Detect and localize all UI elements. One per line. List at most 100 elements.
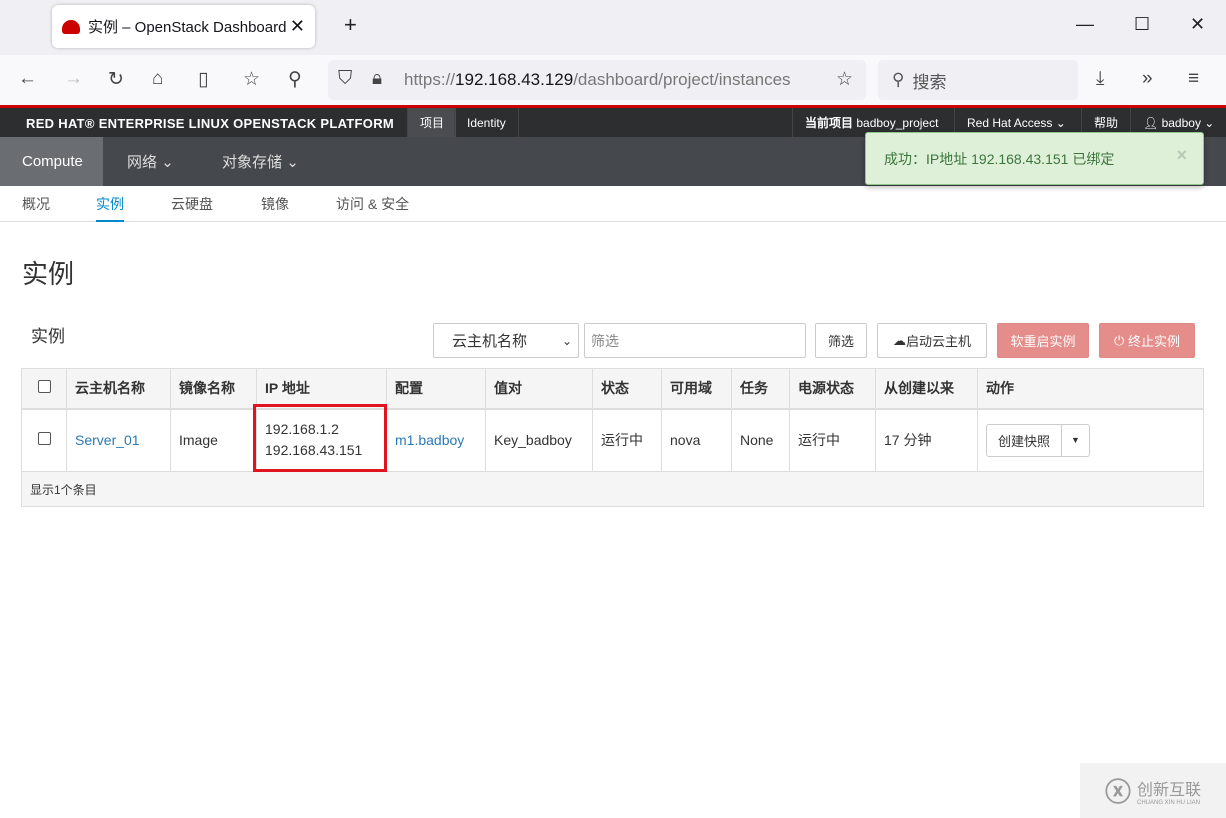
action-split-button: 创建快照 ▼ [986,423,1090,457]
tab-project[interactable]: 项目 [407,108,457,137]
col-zone[interactable]: 可用域 [661,368,732,410]
subnav-volumes[interactable]: 云硬盘 [171,194,213,214]
filter-input[interactable]: 筛选 [584,323,806,358]
col-age[interactable]: 从创建以来 [875,368,978,410]
cell-flavor: m1.badboy [386,408,486,472]
page-title: 实例 [22,259,75,289]
section-title: 实例 [31,327,65,346]
search-placeholder: 搜索 [912,72,947,92]
subnav-overview[interactable]: 概况 [22,194,50,214]
nav-object-store[interactable]: 对象存储 ⌄ [200,137,321,186]
menu-icon[interactable]: ≡ [1188,68,1199,90]
home-icon[interactable]: ⌂ [152,68,163,90]
nav-network[interactable]: 网络 ⌄ [105,137,196,186]
col-power[interactable]: 电源状态 [789,368,876,410]
pocket-icon[interactable]: ☆ [243,68,260,91]
cell-task: None [731,408,790,472]
chevron-down-icon: ⌄ [561,333,572,348]
nav-object-store-label: 对象存储 [222,154,283,171]
forward-icon[interactable]: → [64,68,83,90]
url-path: /dashboard/project/instances [573,70,791,89]
bookmark-star-icon[interactable]: ☆ [836,68,853,91]
filter-field-select[interactable]: 云主机名称 ⌄ [433,323,579,358]
highlight-box [253,404,387,472]
browser-tab[interactable]: 实例 – OpenStack Dashboard ✕ [52,5,315,48]
search-icon[interactable]: ⚲ [288,68,302,91]
launch-instance-button[interactable]: ☁︎ 启动云主机 [877,323,987,358]
current-project: badboy_project [856,115,939,130]
nav-network-label: 网络 [127,154,158,171]
power-icon: ⏻ [1114,332,1128,348]
secondary-nav: 概况 实例 云硬盘 镜像 访问 & 安全 [0,186,1226,222]
terminate-button[interactable]: ⏻ 终止实例 [1099,323,1195,358]
watermark-logo-icon: ⓧ [1104,777,1131,807]
url-host: 192.168.43.129 [455,70,574,89]
filter-button[interactable]: 筛选 [815,323,867,358]
col-flavor[interactable]: 配置 [386,368,486,410]
reload-icon[interactable]: ↻ [108,68,124,91]
close-icon[interactable]: × [1176,145,1187,166]
success-alert: 成功：IP地址 192.168.43.151 已绑定 × [865,132,1204,185]
reader-icon[interactable]: ▯ [198,68,208,91]
create-snapshot-button[interactable]: 创建快照 [987,431,1061,450]
watermark: ⓧ 创新互联 CHUANG XIN HU LIAN [1080,763,1226,818]
row-checkbox[interactable] [37,432,51,446]
user-icon: 👤︎ [1143,115,1159,130]
item-count: 显示1个条目 [21,471,1204,507]
back-icon[interactable]: ← [18,68,37,90]
select-all-checkbox[interactable] [37,380,51,394]
alert-text: 成功：IP地址 192.168.43.151 已绑定 [884,150,1115,167]
cell-status: 运行中 [592,408,662,472]
brand-logo: RED HAT® ENTERPRISE LINUX OPENSTACK PLAT… [26,116,395,131]
subnav-images[interactable]: 镜像 [261,194,289,214]
search-icon: ⚲ [892,70,905,89]
browser-search[interactable]: ⚲ 搜索 [878,60,1078,100]
terminate-label: 终止实例 [1127,334,1180,349]
col-keypair[interactable]: 值对 [485,368,593,410]
nav-compute[interactable]: Compute [0,137,103,186]
browser-tab-bar: 实例 – OpenStack Dashboard ✕ + — ☐ ✕ [0,0,1226,55]
col-task[interactable]: 任务 [731,368,790,410]
col-image[interactable]: 镜像名称 [170,368,257,410]
instances-table: 云主机名称 镜像名称 IP 地址 配置 值对 状态 可用域 任务 电源状态 从创… [21,368,1204,507]
instance-link[interactable]: Server_01 [75,432,140,448]
minimize-icon[interactable]: — [1076,14,1094,35]
overflow-icon[interactable]: » [1142,68,1153,90]
maximize-icon[interactable]: ☐ [1134,14,1150,35]
download-icon[interactable]: ⤓ [1096,68,1104,90]
flavor-link[interactable]: m1.badboy [395,432,464,448]
table-row: Server_01 Image 192.168.1.2 192.168.43.15… [21,408,1204,472]
cell-age: 17 分钟 [875,408,978,472]
col-actions: 动作 [977,368,1204,410]
url-bar[interactable]: https://192.168.43.129/dashboard/project… [328,60,866,100]
caret-down-icon[interactable]: ▼ [1061,424,1089,456]
chevron-down-icon: ⌄ [286,153,299,171]
close-tab-icon[interactable]: ✕ [290,16,305,37]
url-prefix: https:// [404,70,456,89]
filter-placeholder: 筛选 [591,332,619,349]
shield-icon[interactable]: ⛉ [338,68,352,90]
current-project-label: 当前项目 [805,116,854,130]
subnav-instances[interactable]: 实例 [96,194,124,222]
chevron-down-icon: ⌄ [161,153,174,171]
table-footer: 显示1个条目 [21,471,1204,507]
subnav-access-security[interactable]: 访问 & 安全 [336,194,409,214]
cell-power: 运行中 [789,408,876,472]
soft-reboot-button[interactable]: 软重启实例 [997,323,1089,358]
cell-actions: 创建快照 ▼ [977,408,1204,472]
lock-icon[interactable]: 🔒︎ [372,68,382,90]
new-tab-icon[interactable]: + [344,12,357,38]
col-name[interactable]: 云主机名称 [66,368,171,410]
filter-select-value: 云主机名称 [452,333,528,350]
row-select-cell [21,408,67,472]
select-all-cell [21,368,67,410]
watermark-text: 创新互联 [1137,781,1202,799]
col-status[interactable]: 状态 [592,368,662,410]
cell-image: Image [170,408,257,472]
cell-name: Server_01 [66,408,171,472]
tab-identity[interactable]: Identity [454,108,519,137]
launch-label: 启动云主机 [905,334,971,349]
redhat-access-label: Red Hat Access [967,115,1053,130]
close-window-icon[interactable]: ✕ [1190,14,1205,35]
col-ip[interactable]: IP 地址 [256,368,387,410]
